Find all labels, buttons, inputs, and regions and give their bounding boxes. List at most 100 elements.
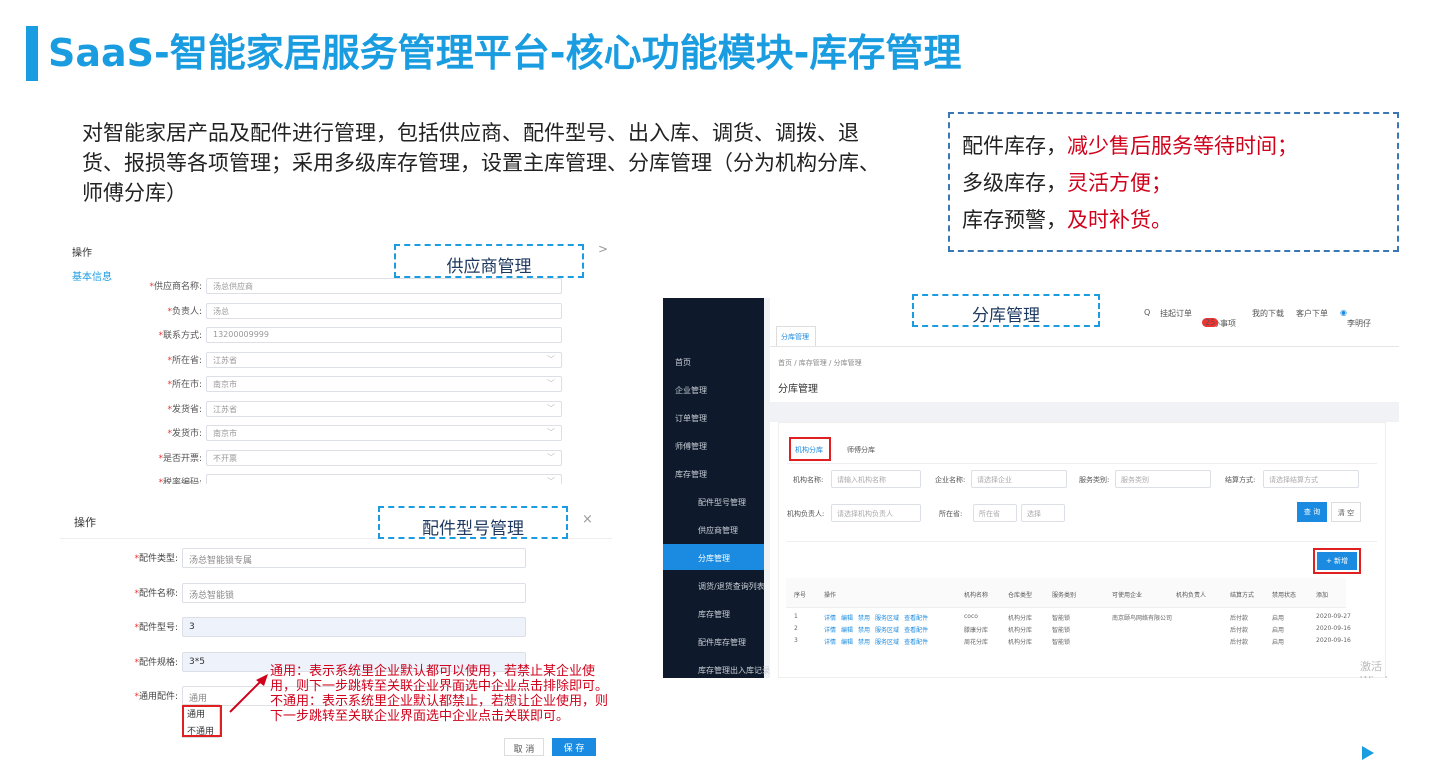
field-value: 江苏省 — [213, 355, 237, 365]
add-button[interactable]: + 新增 — [1317, 552, 1357, 570]
field-label: *所在市: — [167, 377, 202, 390]
owner-select[interactable]: 请选择机构负责人 — [831, 504, 921, 522]
field-label-text: 配件型号: — [138, 623, 178, 633]
action-link[interactable]: 禁用 — [858, 639, 870, 646]
arrow-icon — [229, 674, 268, 713]
sidebar-item[interactable]: 师傅管理 — [663, 432, 764, 458]
panel-header: 操作 — [72, 248, 92, 259]
action-link[interactable]: 详情 — [824, 639, 836, 646]
table-cell: 2 — [794, 625, 798, 632]
sidebar-item[interactable]: 库存管理出入库记录 — [663, 656, 770, 678]
callout-text: 多级库存， — [962, 171, 1067, 195]
search-icon[interactable]: Q — [1144, 308, 1150, 317]
ent-name-select[interactable]: 请选择企业 — [971, 470, 1067, 488]
subtab-master-branch[interactable]: 师傅分库 — [847, 445, 875, 455]
user-menu[interactable]: ◉ 李明仔 — [1340, 308, 1371, 328]
province-select[interactable]: 所在省 — [973, 504, 1017, 522]
action-link[interactable]: 编辑 — [841, 627, 853, 634]
column-header: 禁用状态 — [1272, 592, 1297, 599]
tab-branch[interactable]: 分库管理 — [776, 326, 816, 346]
table-cell: 南京颐鸟网络有限公司 — [1112, 615, 1173, 622]
org-name-input[interactable]: 请输入机构名称 — [831, 470, 921, 488]
field-input[interactable]: 汤总智能锁专属 — [182, 548, 526, 568]
field-input[interactable]: 江苏省 ﹀ — [206, 351, 562, 368]
table-cell: 机构分库 — [1008, 639, 1033, 646]
column-header: 机构负责人 — [1176, 592, 1207, 599]
suspended-orders-link[interactable]: 挂起订单 — [1160, 308, 1192, 319]
sidebar-item[interactable]: 配件库存管理 — [663, 628, 764, 654]
svc-type-select[interactable]: 服务类别 — [1115, 470, 1211, 488]
field-label: *配件型号: — [134, 620, 178, 633]
field-label-text: 所在省: — [171, 355, 202, 366]
field-input[interactable]: 汤总 — [206, 302, 562, 319]
downloads-link[interactable]: 我的下载 — [1252, 308, 1284, 319]
annotation-text: 通用：表示系统里企业默认都可以使用，若禁止某企业使用，则下一步跳转至关联企业界面… — [270, 664, 609, 724]
table-cell: 启用 — [1272, 639, 1285, 646]
chevron-down-icon: ﹀ — [547, 403, 555, 413]
action-link[interactable]: 详情 — [824, 627, 836, 634]
action-link[interactable]: 禁用 — [858, 627, 870, 634]
column-header: 可使用企业 — [1112, 592, 1143, 599]
action-link[interactable]: 服务区域 — [875, 627, 899, 634]
action-link[interactable]: 禁用 — [858, 615, 870, 622]
form-row: *联系方式: 13200009999 — [60, 327, 612, 343]
field-label: *发货省: — [167, 402, 202, 415]
field-label-text: 配件名称: — [138, 588, 178, 599]
field-label-text: 发货省: — [171, 404, 202, 415]
save-button[interactable]: 保 存 — [552, 738, 596, 756]
field-input[interactable]: 江苏省 ﹀ — [206, 400, 562, 417]
field-value: 南京市 — [213, 429, 237, 438]
sidebar-item[interactable]: 库存管理 — [663, 600, 764, 626]
action-link[interactable]: 查看配件 — [904, 615, 928, 622]
field-input[interactable]: 南京市 ﹀ — [206, 425, 562, 441]
clear-button[interactable]: 清 空 — [1331, 502, 1361, 522]
field-input[interactable]: 不开票 ﹀ — [206, 449, 562, 466]
action-link[interactable]: 查看配件 — [904, 627, 928, 634]
cancel-button[interactable]: 取 消 — [504, 738, 544, 756]
sidebar-item[interactable]: 首页 — [663, 348, 764, 374]
field-label: *所在省: — [167, 353, 202, 366]
table-cell: 启用 — [1272, 627, 1285, 634]
chevron-right-icon[interactable]: > — [598, 242, 608, 256]
action-link[interactable]: 查看配件 — [904, 639, 928, 646]
column-header: 添加 — [1316, 592, 1329, 599]
customer-order-link[interactable]: 客户下单 — [1296, 308, 1328, 319]
sidebar-item[interactable]: 库存管理 — [663, 460, 764, 486]
sidebar-item[interactable]: 分库管理 — [663, 544, 764, 570]
action-link[interactable]: 编辑 — [841, 639, 853, 646]
field-label-text: 配件规格: — [138, 657, 178, 668]
field-input[interactable]: 汤总智能锁 — [182, 582, 526, 603]
sidebar-item[interactable]: 调货/退货查询列表 — [663, 572, 765, 598]
action-link[interactable]: 编辑 — [841, 615, 853, 622]
field-input[interactable]: 3 — [182, 617, 526, 637]
page-title: 分库管理 — [778, 384, 818, 395]
action-link[interactable]: 详情 — [824, 615, 836, 622]
user-name: 李明仔 — [1346, 319, 1371, 328]
table-cell: 2020-09-16 — [1316, 637, 1351, 644]
sidebar-item[interactable]: 企业管理 — [663, 376, 764, 402]
field-input[interactable]: 南京市 ﹀ — [206, 376, 562, 392]
table-cell: 滕康分库 — [964, 627, 989, 634]
chevron-down-icon: ﹀ — [547, 477, 555, 484]
play-icon[interactable] — [1362, 746, 1374, 760]
supplier-label: 供应商管理 — [394, 244, 584, 278]
close-icon[interactable]: × — [582, 512, 593, 527]
field-input[interactable]: 13200009999 — [206, 327, 562, 343]
sidebar-item[interactable]: 订单管理 — [663, 404, 764, 430]
title-accent-bar — [26, 26, 38, 81]
settle-select[interactable]: 请选择结算方式 — [1263, 470, 1359, 488]
panel-header: 操作 — [74, 516, 96, 529]
sidebar-item[interactable]: 供应商管理 — [663, 516, 764, 542]
query-button[interactable]: 查 询 — [1297, 502, 1327, 522]
action-link[interactable]: 服务区域 — [875, 615, 899, 622]
sidebar-item[interactable]: 配件型号管理 — [663, 488, 764, 514]
field-label: *税率编码: — [158, 475, 202, 484]
action-link[interactable]: 服务区域 — [875, 639, 899, 646]
field-label: *配件名称: — [134, 586, 178, 599]
field-input[interactable]: 汤总供应商 — [206, 278, 562, 294]
city-select[interactable]: 选择 — [1021, 504, 1065, 522]
sidebar: 首页 企业管理 订单管理 师傅管理 库存管理 配件型号管理 供应商管理 分库管理 调货/退货查询… — [663, 298, 770, 678]
field-input[interactable]: ﹀ — [206, 474, 562, 484]
table-cell: 后付款 — [1230, 615, 1249, 622]
table-header: 序号 操作 机构名称 仓库类型 服务类别 可使用企业 机构负责人 结算方式 禁用状态 添加 — [786, 578, 1346, 608]
